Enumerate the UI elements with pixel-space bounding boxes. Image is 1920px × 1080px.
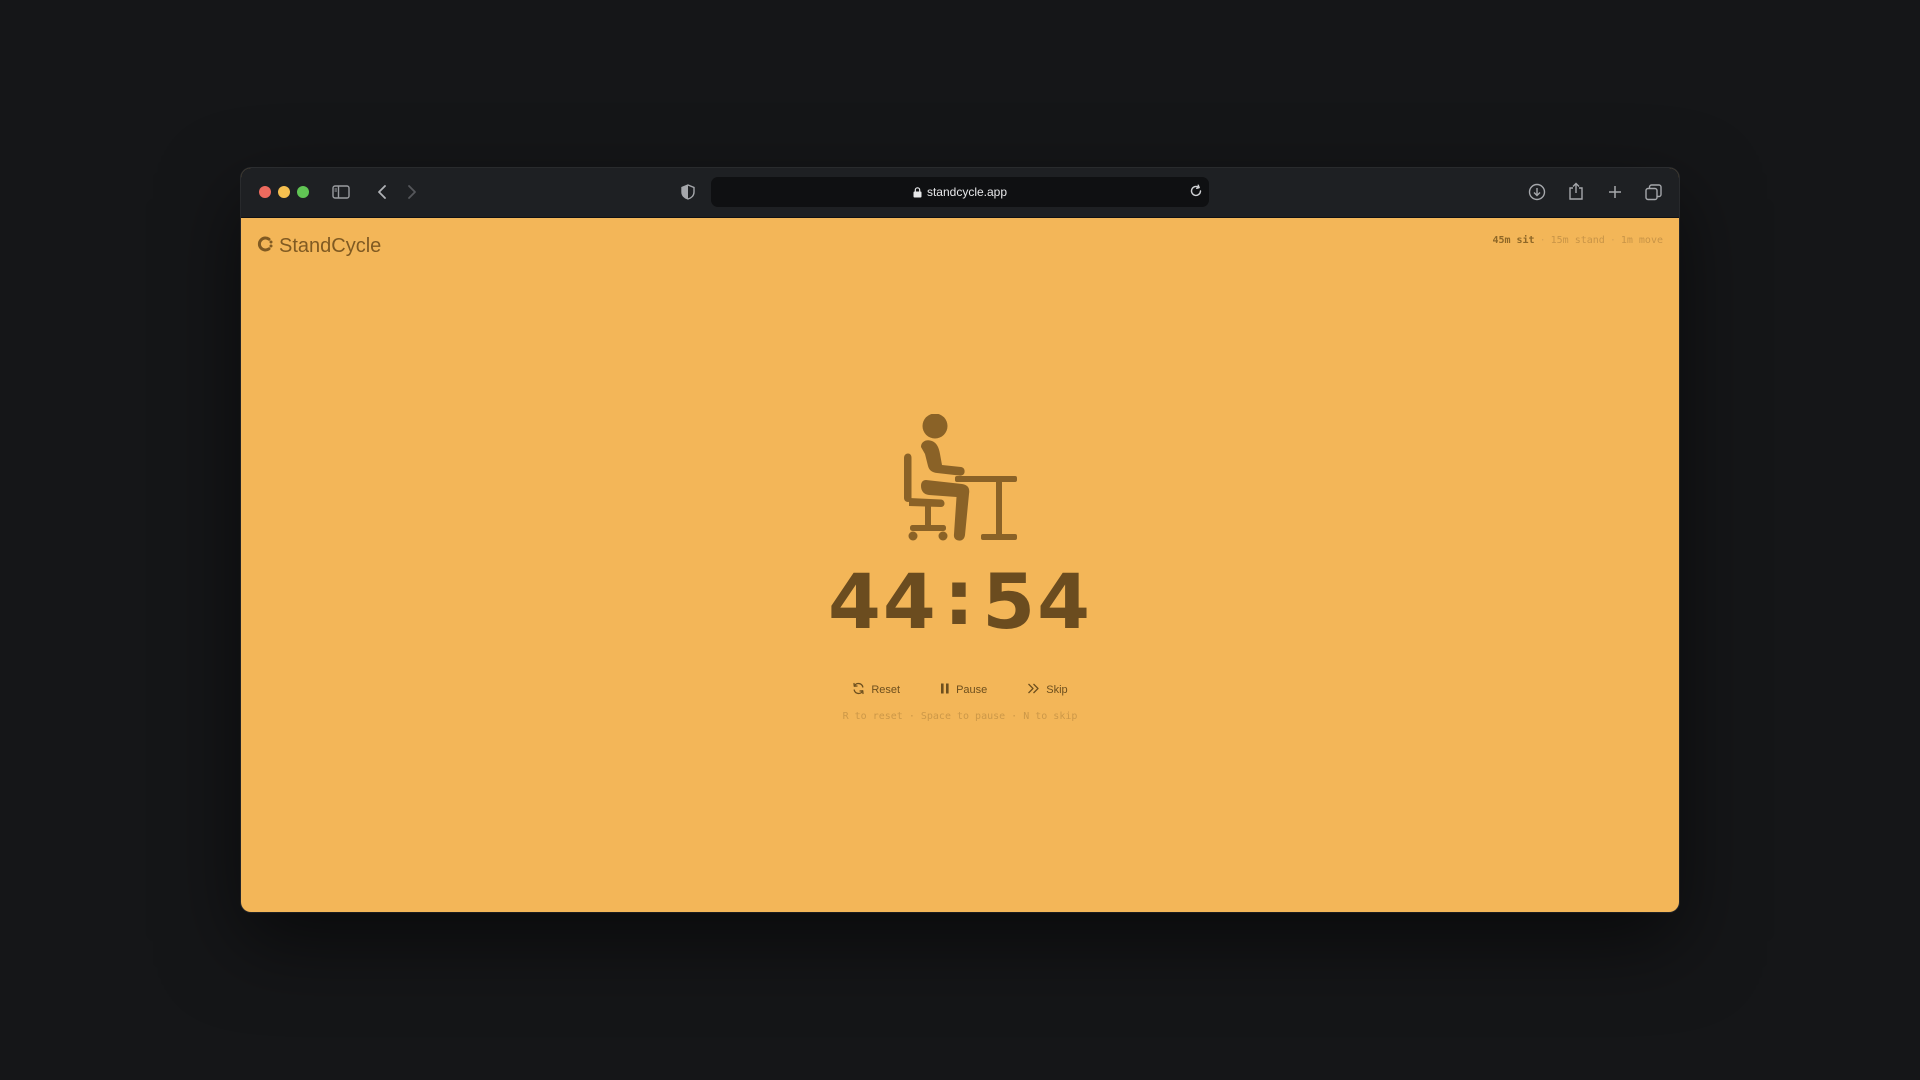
pause-button[interactable]: Pause [940, 682, 987, 698]
forward-icon[interactable] [404, 183, 420, 201]
back-icon[interactable] [374, 183, 390, 201]
skip-label: Skip [1046, 684, 1068, 696]
countdown-timer: 44:54 [241, 553, 1679, 646]
reload-icon[interactable] [1189, 184, 1203, 201]
pause-label: Pause [956, 684, 988, 696]
schedule-next: 15m stand [1550, 235, 1605, 246]
app-page: StandCycle 45m sit · 15m stand · 1m move [241, 217, 1679, 912]
timer-controls: Reset Pause Skip [241, 682, 1679, 698]
timer-colon: : [943, 553, 977, 642]
brand-logo[interactable]: StandCycle [257, 235, 381, 258]
browser-toolbar: standcycle.app [241, 168, 1679, 218]
address-bar[interactable]: standcycle.app [711, 177, 1209, 207]
url-text: standcycle.app [926, 185, 1008, 199]
schedule-current: 45m sit [1492, 235, 1535, 246]
close-window-button[interactable] [259, 186, 271, 198]
sidebar-toggle-icon[interactable] [331, 183, 351, 201]
person-sitting-at-desk-icon [899, 413, 1023, 544]
downloads-icon[interactable] [1527, 182, 1547, 202]
timer-minutes: 44 [828, 557, 938, 646]
browser-window: standcycle.app StandCycle 45m sit · 15m st… [241, 168, 1679, 912]
timer-seconds: 54 [982, 557, 1092, 646]
keyboard-hint: R to reset · Space to pause · N to skip [842, 711, 1078, 722]
reset-button[interactable]: Reset [852, 682, 900, 698]
zoom-window-button[interactable] [297, 186, 309, 198]
share-icon[interactable] [1566, 181, 1586, 201]
cycle-logo-icon [257, 235, 273, 258]
privacy-shield-icon[interactable] [679, 183, 697, 201]
reset-icon [852, 682, 865, 698]
minimize-window-button[interactable] [278, 186, 290, 198]
cycle-schedule: 45m sit · 15m stand · 1m move [1492, 235, 1663, 246]
reset-label: Reset [871, 684, 901, 696]
tab-overview-icon[interactable] [1643, 182, 1663, 202]
skip-button[interactable]: Skip [1027, 682, 1068, 698]
schedule-last: 1m move [1620, 235, 1663, 246]
pause-icon [940, 683, 950, 697]
skip-icon [1027, 683, 1040, 697]
brand-name: StandCycle [279, 235, 382, 257]
schedule-separator: · [1539, 235, 1546, 246]
new-tab-icon[interactable] [1605, 182, 1625, 202]
schedule-separator: · [1609, 235, 1616, 246]
lock-icon [913, 186, 922, 198]
